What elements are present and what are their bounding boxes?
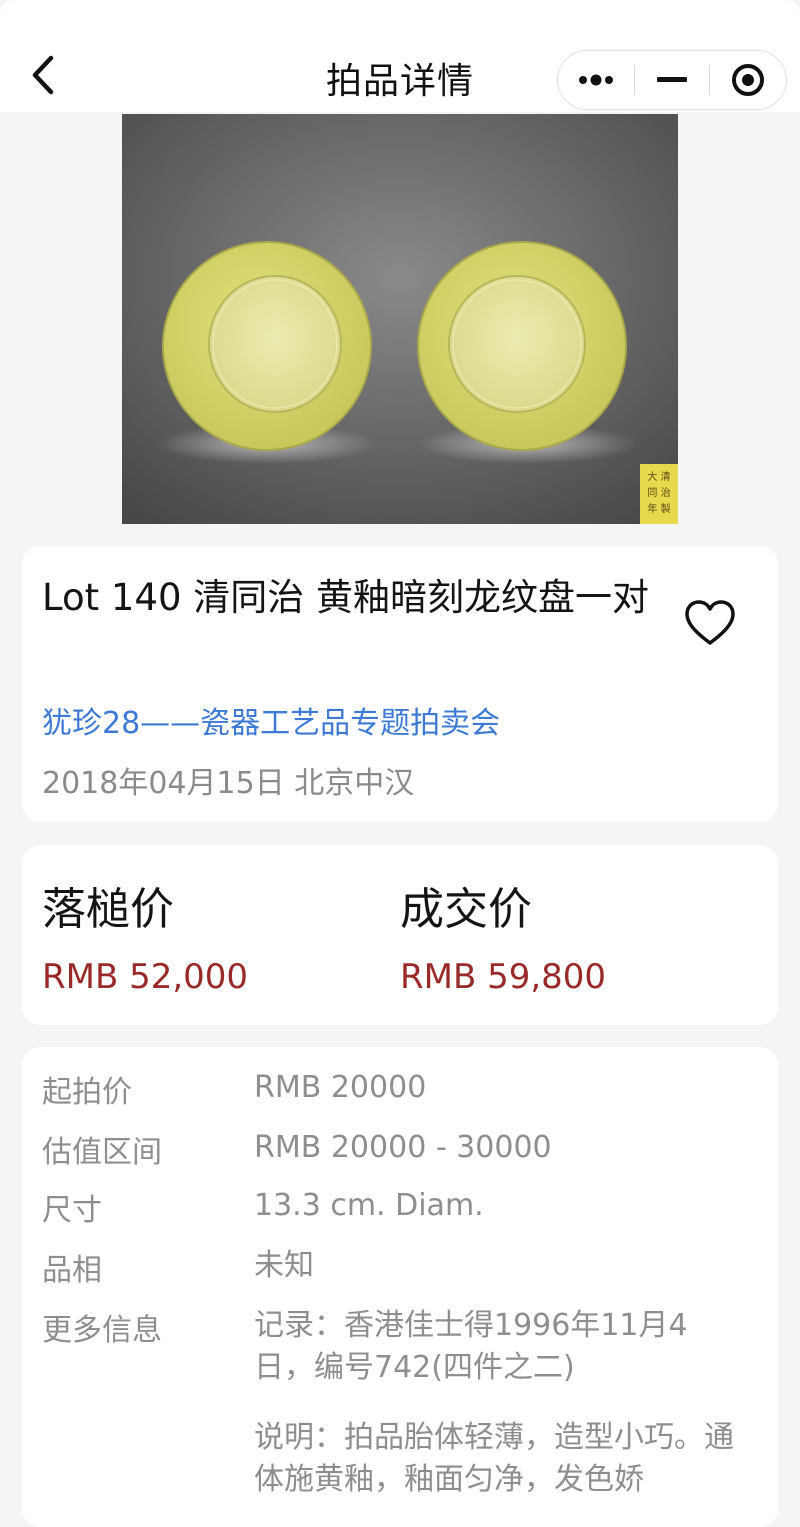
minimize-icon <box>657 77 687 82</box>
info-value: RMB 20000 <box>254 1070 427 1105</box>
lot-title-card: Lot 140 清同治 黄釉暗刻龙纹盘一对 犹珍28——瓷器工艺品专题拍卖会 2… <box>22 546 778 822</box>
final-price-label: 成交价 <box>400 884 532 935</box>
lot-image[interactable]: 大 清 同 治 年 製 <box>122 114 678 524</box>
reign-mark-seal: 大 清 同 治 年 製 <box>640 464 678 524</box>
heart-outline-icon <box>685 600 735 645</box>
info-value: 13.3 cm. Diam. <box>254 1188 484 1223</box>
close-miniprogram-button[interactable] <box>710 51 786 109</box>
minimize-button[interactable] <box>635 51 709 109</box>
info-label: 起拍价 <box>42 1075 132 1110</box>
provenance-text: 记录：香港佳士得1996年11月4日，编号742(四件之二) <box>254 1308 688 1385</box>
final-price-value: RMB 59,800 <box>400 957 607 997</box>
target-icon <box>732 64 764 96</box>
right-dish <box>417 241 627 451</box>
svg-text:大 清: 大 清 <box>647 470 670 483</box>
hammer-price-label: 落槌价 <box>42 884 174 935</box>
mini-program-capsule <box>557 50 787 110</box>
more-dots-icon <box>579 74 613 86</box>
auction-name-link[interactable]: 犹珍28——瓷器工艺品专题拍卖会 <box>42 698 500 742</box>
dishes-photo: 大 清 同 治 年 製 <box>122 114 678 524</box>
header-bar: 拍品详情 <box>0 0 800 112</box>
info-value-more: 记录：香港佳士得1996年11月4日，编号742(四件之二) 说明：拍品胎体轻薄… <box>254 1305 734 1501</box>
hammer-price-value: RMB 52,000 <box>42 957 249 997</box>
description-text: 说明：拍品胎体轻薄，造型小巧。通体施黄釉，釉面匀净，发色娇 <box>254 1420 734 1497</box>
price-card: 落槌价 RMB 52,000 成交价 RMB 59,800 <box>22 845 778 1025</box>
info-value: RMB 20000 - 30000 <box>254 1130 552 1165</box>
info-label: 品相 <box>42 1253 102 1288</box>
svg-text:同 治: 同 治 <box>647 486 670 499</box>
info-label: 更多信息 <box>42 1313 162 1348</box>
left-dish <box>162 241 372 451</box>
favorite-button[interactable] <box>680 596 740 650</box>
more-button[interactable] <box>558 51 634 109</box>
info-label: 估值区间 <box>42 1135 162 1170</box>
lot-info-card: 起拍价 RMB 20000 估值区间 RMB 20000 - 30000 尺寸 … <box>22 1047 778 1527</box>
info-value: 未知 <box>254 1248 314 1283</box>
svg-text:年 製: 年 製 <box>647 502 670 515</box>
auction-date-location: 2018年04月15日 北京中汉 <box>42 766 415 801</box>
lot-title: Lot 140 清同治 黄釉暗刻龙纹盘一对 <box>42 576 650 619</box>
info-label: 尺寸 <box>42 1193 102 1228</box>
